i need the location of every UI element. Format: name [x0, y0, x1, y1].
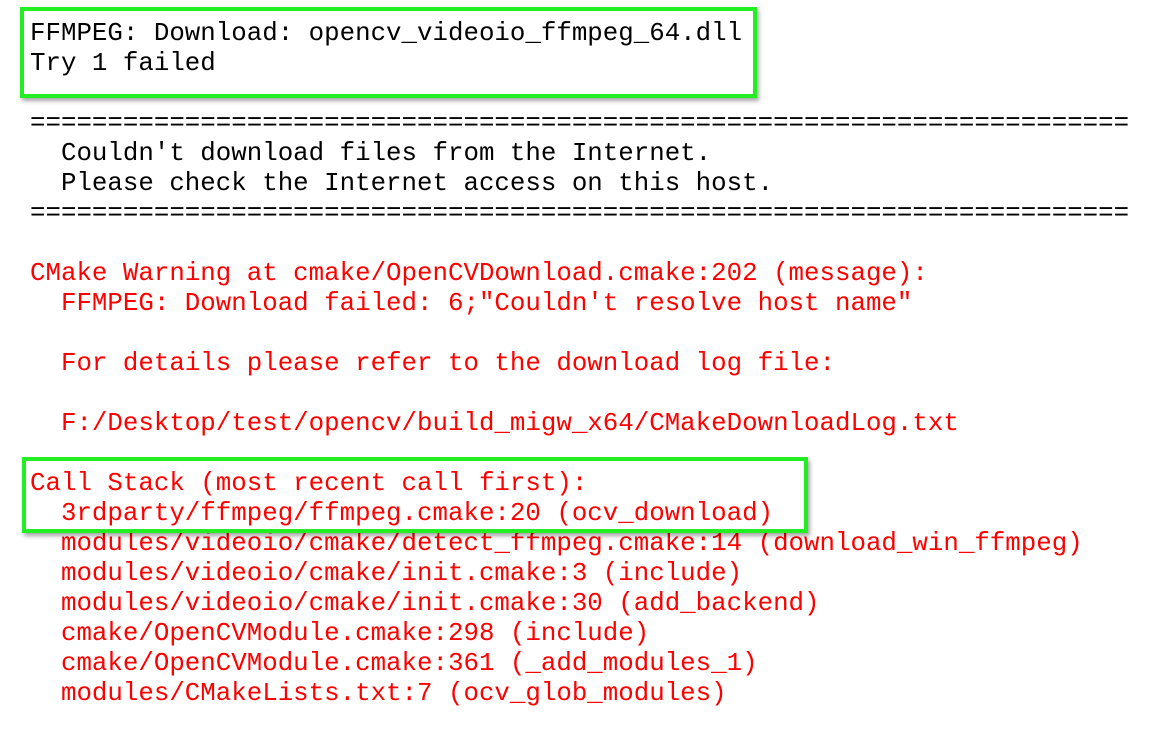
console-line: modules/videoio/cmake/detect_ffmpeg.cmak…	[30, 529, 1083, 558]
console-line: FFMPEG: Download failed: 6;"Couldn't res…	[30, 289, 913, 318]
console-line: modules/CMakeLists.txt:7 (ocv_glob_modul…	[30, 679, 727, 708]
console-line: ========================================…	[30, 199, 1130, 228]
console-output: FFMPEG: Download: opencv_videoio_ffmpeg_…	[30, 19, 1129, 709]
console-line: cmake/OpenCVModule.cmake:298 (include)	[30, 619, 650, 648]
console-line: Call Stack (most recent call first):	[30, 469, 588, 498]
console-line: Try 1 failed	[30, 49, 216, 78]
console-line: modules/videoio/cmake/init.cmake:3 (incl…	[30, 559, 743, 588]
console-line: modules/videoio/cmake/init.cmake:30 (add…	[30, 589, 820, 618]
console-line: F:/Desktop/test/opencv/build_migw_x64/CM…	[30, 409, 959, 438]
console-line: Couldn't download files from the Interne…	[30, 139, 712, 168]
console-line: 3rdparty/ffmpeg/ffmpeg.cmake:20 (ocv_dow…	[30, 499, 774, 528]
console-line: For details please refer to the download…	[30, 349, 835, 378]
console-line: cmake/OpenCVModule.cmake:361 (_add_modul…	[30, 649, 758, 678]
console-line: CMake Warning at cmake/OpenCVDownload.cm…	[30, 259, 928, 288]
console-line: Please check the Internet access on this…	[30, 169, 774, 198]
console-line: ========================================…	[30, 109, 1130, 138]
console-line: FFMPEG: Download: opencv_videoio_ffmpeg_…	[30, 19, 743, 48]
